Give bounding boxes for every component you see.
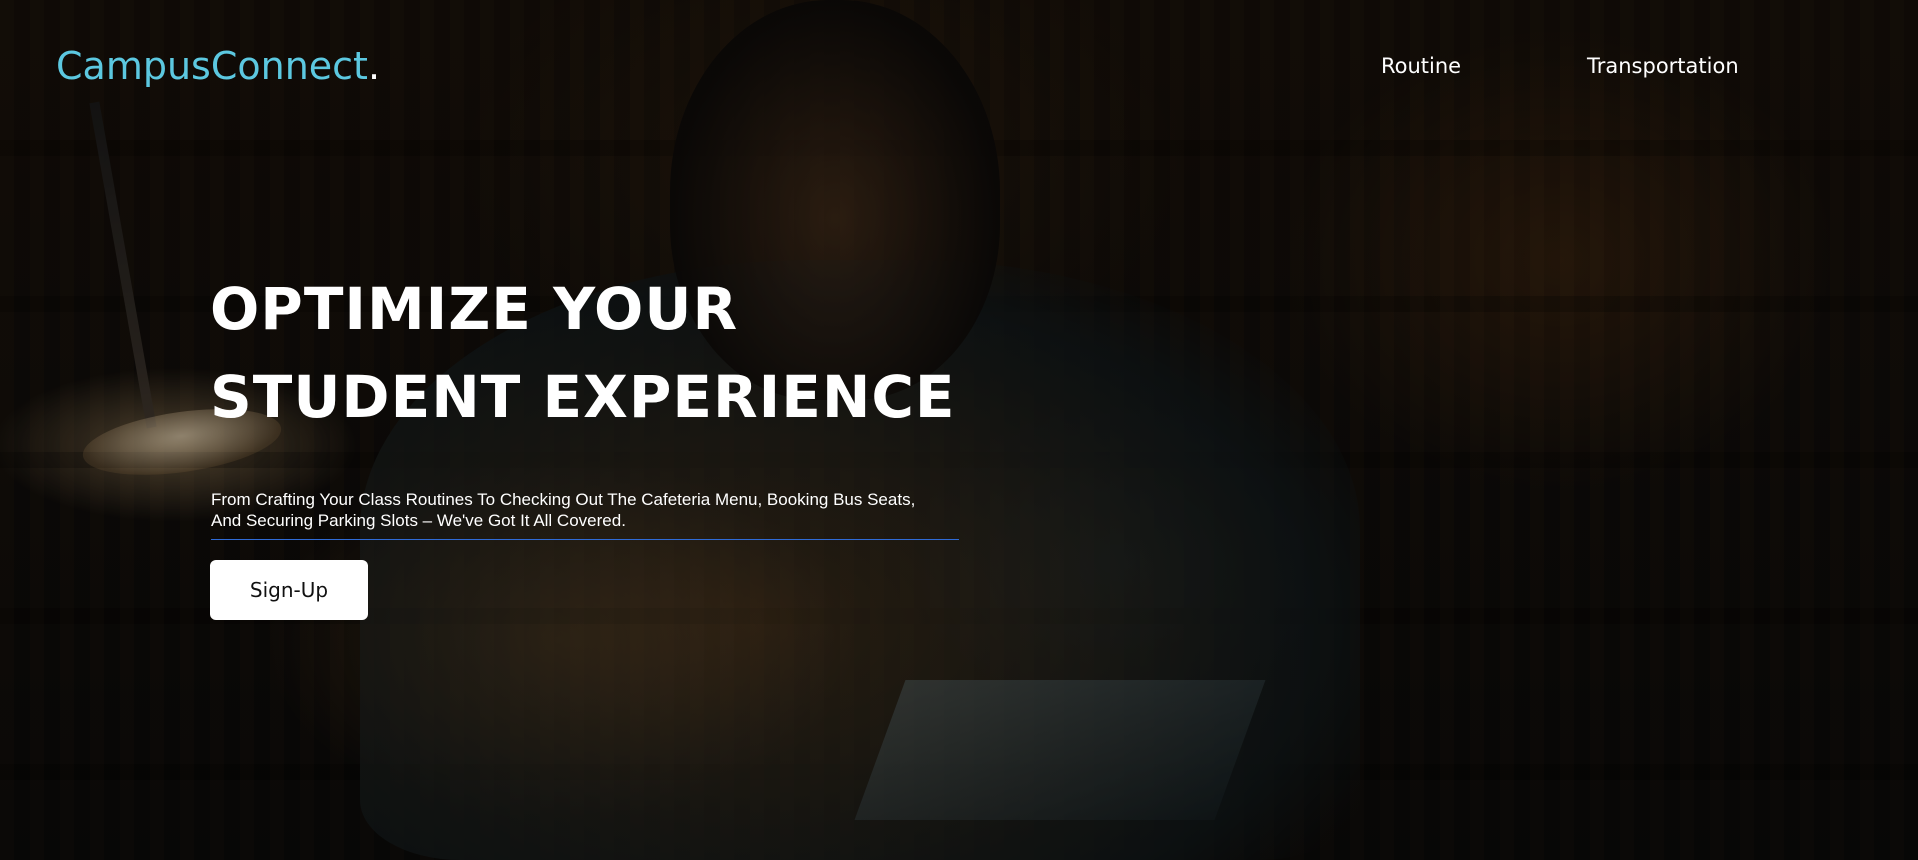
- hero-headline: OPTIMIZE YOUR STUDENT EXPERIENCE: [210, 265, 1010, 441]
- nav-link-transportation[interactable]: Transportation: [1587, 54, 1739, 78]
- hero-subtext-line-2: And Securing Parking Slots – We've Got I…: [211, 511, 626, 530]
- hero-headline-line-1: OPTIMIZE YOUR: [210, 275, 739, 343]
- signup-button[interactable]: Sign-Up: [210, 560, 368, 620]
- top-navbar: CampusConnect. Routine Transportation: [0, 0, 1918, 134]
- hero-section: CampusConnect. Routine Transportation OP…: [0, 0, 1918, 860]
- brand-logo[interactable]: CampusConnect.: [56, 44, 380, 88]
- brand-name: CampusConnect: [56, 44, 368, 88]
- hero-headline-line-2: STUDENT EXPERIENCE: [210, 363, 956, 431]
- nav-link-routine[interactable]: Routine: [1381, 54, 1461, 78]
- hero-content: OPTIMIZE YOUR STUDENT EXPERIENCE From Cr…: [210, 265, 1010, 540]
- hero-subtext-line-1: From Crafting Your Class Routines To Che…: [211, 490, 916, 509]
- hero-subtext: From Crafting Your Class Routines To Che…: [211, 489, 959, 540]
- brand-dot: .: [367, 44, 381, 88]
